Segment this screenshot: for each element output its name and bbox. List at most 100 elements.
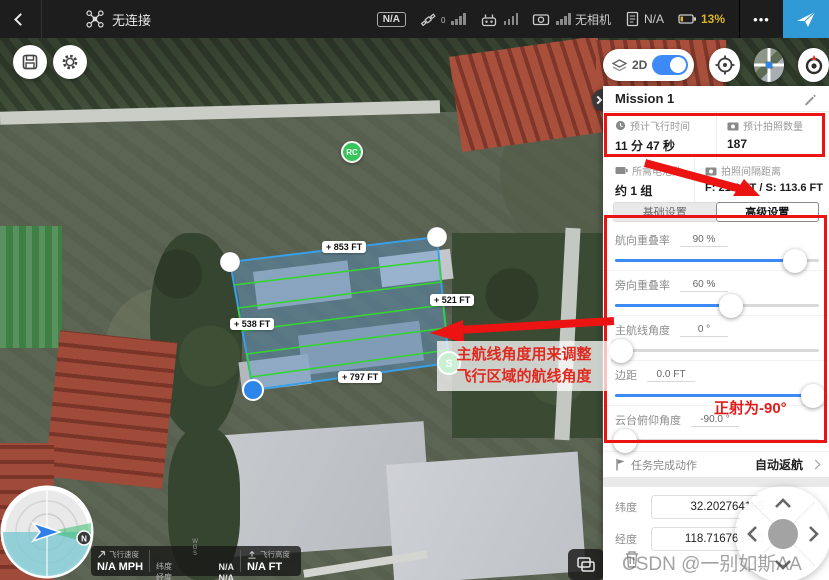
battery-icon bbox=[678, 12, 697, 26]
flag-icon bbox=[615, 458, 626, 471]
map-feature bbox=[0, 226, 62, 348]
slider-value-field[interactable]: 60 % bbox=[680, 278, 728, 292]
battery-percent-label: 13% bbox=[701, 12, 725, 26]
minimap-button[interactable] bbox=[754, 48, 785, 82]
hud-lat-value: N/A bbox=[219, 562, 235, 572]
top-bar: 无连接 N/A 0 bbox=[0, 0, 829, 38]
app-root: S + 853 FT + 521 FT + 538 FT + 797 FT RC… bbox=[0, 0, 829, 580]
slider-fill bbox=[615, 394, 813, 397]
stat-photo-count: 预计拍照数量 187 bbox=[716, 112, 829, 159]
nudge-dpad[interactable] bbox=[735, 486, 829, 580]
battery-group[interactable]: 13% bbox=[678, 12, 725, 26]
map-feature bbox=[298, 321, 424, 376]
hud-speed-label: 飞行速度 bbox=[109, 549, 139, 560]
mission-stats-row2: 所需电池数 约 1 组 拍照间隔距离 F: 21.3 FT / S: 113.6… bbox=[603, 156, 829, 196]
locate-icon bbox=[714, 54, 736, 76]
slider-route-angle: 主航线角度 0 ° bbox=[603, 316, 829, 361]
chevron-right-icon bbox=[811, 460, 821, 470]
map-mode-pill[interactable]: 2D bbox=[603, 49, 694, 81]
map-feature bbox=[386, 451, 586, 580]
slider-thumb[interactable] bbox=[783, 249, 807, 273]
drone-icon bbox=[86, 10, 104, 28]
gear-icon bbox=[60, 52, 80, 72]
slider-label: 旁向重叠率 bbox=[615, 277, 670, 293]
hud-speed: 飞行速度 N/A MPH bbox=[91, 546, 149, 576]
chevron-right-icon bbox=[594, 96, 602, 104]
edge-length-label-left: + 538 FT bbox=[230, 318, 274, 330]
flight-mode-badge: N/A bbox=[377, 12, 406, 27]
hud-speed-value: N/A MPH bbox=[97, 561, 143, 573]
checklist-group[interactable]: N/A bbox=[625, 11, 664, 27]
gps-signal-bars bbox=[451, 13, 466, 25]
settings-tabs: 基础设置 高级设置 bbox=[613, 202, 819, 222]
stat-label: 所需电池数 bbox=[632, 163, 682, 178]
slider-side-overlap: 旁向重叠率 60 % bbox=[603, 271, 829, 316]
stat-battery-count: 所需电池数 约 1 组 bbox=[603, 157, 694, 204]
slider-thumb[interactable] bbox=[613, 429, 637, 453]
takeoff-button[interactable] bbox=[783, 0, 829, 38]
slider-thumb[interactable] bbox=[719, 294, 743, 318]
camera-status-group[interactable]: 无相机 bbox=[532, 11, 611, 28]
slider-value-field[interactable]: -90.0 ° bbox=[691, 413, 739, 427]
slider-margin: 边距 0.0 FT bbox=[603, 361, 829, 406]
slider-track[interactable] bbox=[615, 259, 819, 262]
stat-photo-interval: 拍照间隔距离 F: 21.3 FT / S: 113.6 FT bbox=[694, 157, 829, 204]
rc-signal-bars bbox=[504, 13, 519, 25]
map-feature bbox=[253, 260, 352, 309]
slider-thumb[interactable] bbox=[801, 384, 825, 408]
tab-advanced-settings[interactable]: 高级设置 bbox=[716, 202, 820, 222]
slider-value-field[interactable]: 0.0 FT bbox=[647, 368, 695, 382]
slider-gimbal-pitch: 云台俯仰角度 -90.0 ° bbox=[603, 406, 829, 451]
rc-signal-group[interactable] bbox=[480, 12, 519, 27]
gps-signal-group[interactable]: 0 bbox=[420, 12, 466, 27]
edit-pencil-icon[interactable] bbox=[803, 92, 817, 106]
slider-label: 主航线角度 bbox=[615, 322, 670, 338]
checklist-icon bbox=[625, 11, 640, 27]
advanced-settings-sliders: 航向重叠率 90 % 旁向重叠率 60 % bbox=[603, 226, 829, 451]
slider-value-field[interactable]: 90 % bbox=[680, 233, 728, 247]
slider-track[interactable] bbox=[615, 394, 819, 397]
speed-arrow-icon bbox=[97, 550, 106, 559]
satellite-icon bbox=[420, 12, 437, 27]
map-2d-toggle[interactable] bbox=[652, 55, 688, 75]
back-chevron-icon bbox=[14, 13, 27, 26]
mission-title: Mission 1 bbox=[615, 91, 674, 106]
gps-count-label: 0 bbox=[441, 16, 445, 25]
compass-icon bbox=[802, 53, 826, 77]
map-mode-label: 2D bbox=[632, 58, 647, 72]
slider-label: 边距 bbox=[615, 367, 637, 383]
mission-stats-row1: 预计飞行时间 11 分 47 秒 预计拍照数量 187 bbox=[603, 112, 829, 156]
edge-length-label-right: + 521 FT bbox=[430, 294, 474, 306]
locate-button[interactable] bbox=[709, 48, 740, 82]
slider-track[interactable] bbox=[615, 349, 819, 352]
hud-alt-value: N/A FT bbox=[247, 561, 290, 573]
mission-settings-button[interactable] bbox=[53, 45, 87, 79]
compass-reset-button[interactable] bbox=[798, 48, 829, 82]
airplane-icon bbox=[794, 7, 818, 31]
map-source-button[interactable] bbox=[568, 549, 604, 580]
camera-interval-icon bbox=[705, 166, 717, 176]
attitude-compass[interactable]: N bbox=[0, 485, 94, 579]
tab-basic-settings[interactable]: 基础设置 bbox=[613, 202, 716, 222]
slider-value-field[interactable]: 0 ° bbox=[680, 323, 728, 337]
slider-track[interactable] bbox=[615, 304, 819, 307]
map-control-bar: 2D bbox=[603, 47, 829, 83]
stat-label: 预计飞行时间 bbox=[630, 118, 690, 133]
hud-position: WGS 纬度N/A 经度N/A bbox=[150, 546, 240, 576]
save-mission-button[interactable] bbox=[13, 45, 47, 79]
slider-track[interactable] bbox=[615, 439, 819, 442]
finish-action-value: 自动返航 bbox=[755, 456, 803, 473]
compass-graphic: N bbox=[0, 485, 94, 579]
slider-thumb[interactable] bbox=[609, 339, 633, 363]
mission-header: Mission 1 bbox=[603, 86, 829, 112]
edge-length-label-bottom: + 797 FT bbox=[338, 371, 382, 383]
stat-flight-time: 预计飞行时间 11 分 47 秒 bbox=[603, 112, 716, 159]
back-button[interactable] bbox=[0, 0, 42, 38]
map-copies-icon bbox=[576, 556, 596, 573]
altitude-icon bbox=[247, 550, 257, 559]
flight-mode-group[interactable]: N/A bbox=[377, 12, 406, 27]
more-menu-button[interactable]: ••• bbox=[739, 0, 783, 38]
finish-action-row[interactable]: 任务完成动作 自动返航 bbox=[603, 451, 829, 477]
clock-icon bbox=[615, 120, 626, 131]
aircraft-status[interactable]: 无连接 bbox=[86, 10, 151, 29]
